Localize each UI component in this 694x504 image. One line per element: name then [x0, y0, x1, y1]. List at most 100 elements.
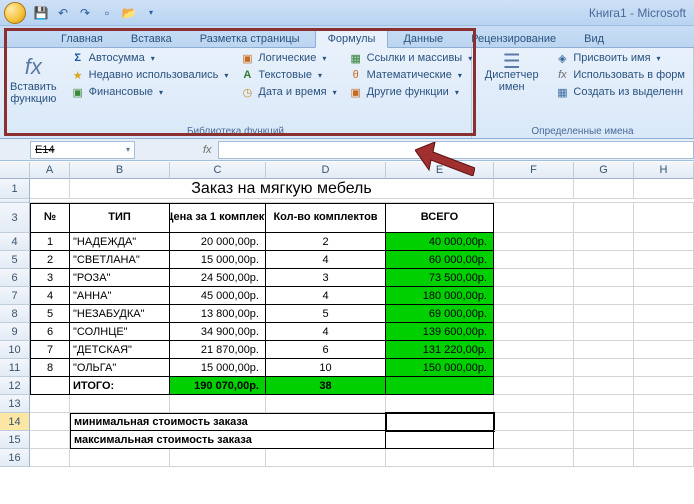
col-header[interactable]: A — [30, 162, 70, 179]
row-header[interactable]: 4 — [0, 233, 30, 251]
recently-used-button[interactable]: ★Недавно использовались▾ — [67, 67, 233, 83]
cell-type[interactable]: "СОЛНЦЕ" — [70, 323, 170, 341]
th-total[interactable]: ВСЕГО — [386, 203, 494, 233]
cell-n[interactable]: 6 — [30, 323, 70, 341]
cell-qty[interactable]: 4 — [266, 251, 386, 269]
cell-total[interactable]: 150 000,00р. — [386, 359, 494, 377]
th-price[interactable]: Цена за 1 комплект — [170, 203, 266, 233]
row-header[interactable]: 8 — [0, 305, 30, 323]
row-header[interactable]: 9 — [0, 323, 30, 341]
row-header[interactable]: 10 — [0, 341, 30, 359]
cell-price[interactable]: 21 870,00р. — [170, 341, 266, 359]
summary-max-value[interactable] — [386, 431, 494, 449]
cell-n[interactable]: 3 — [30, 269, 70, 287]
qat-customize-icon[interactable]: ▾ — [142, 4, 160, 22]
math-button[interactable]: θМатематические▾ — [345, 67, 477, 83]
office-orb[interactable] — [4, 2, 26, 24]
sheet-title[interactable]: Заказ на мягкую мебель — [70, 179, 494, 199]
row-header[interactable]: 14 — [0, 413, 30, 431]
col-header[interactable]: G — [574, 162, 634, 179]
row-header[interactable]: 7 — [0, 287, 30, 305]
tab-view[interactable]: Вид — [571, 29, 617, 47]
col-header[interactable]: C — [170, 162, 266, 179]
th-type[interactable]: ТИП — [70, 203, 170, 233]
cell-qty[interactable]: 4 — [266, 323, 386, 341]
th-n[interactable]: № — [30, 203, 70, 233]
cell-total[interactable]: 40 000,00р. — [386, 233, 494, 251]
cell-qty[interactable]: 2 — [266, 233, 386, 251]
tab-insert[interactable]: Вставка — [118, 29, 185, 47]
financial-button[interactable]: ▣Финансовые▾ — [67, 84, 233, 100]
row-header[interactable]: 6 — [0, 269, 30, 287]
save-icon[interactable]: 💾 — [32, 4, 50, 22]
cell-total[interactable]: 180 000,00р. — [386, 287, 494, 305]
cell-price[interactable]: 15 000,00р. — [170, 251, 266, 269]
summary-min-label[interactable]: минимальная стоимость заказа — [70, 413, 386, 431]
cell-qty[interactable]: 4 — [266, 287, 386, 305]
totals-blank[interactable] — [386, 377, 494, 395]
name-box[interactable]: E14▾ — [30, 141, 135, 159]
worksheet[interactable]: A B C D E F G H 1 Заказ на мягкую мебель… — [0, 162, 694, 504]
tab-data[interactable]: Данные — [390, 29, 456, 47]
cell-n[interactable]: 4 — [30, 287, 70, 305]
cell-price[interactable]: 15 000,00р. — [170, 359, 266, 377]
more-functions-button[interactable]: ▣Другие функции▾ — [345, 84, 477, 100]
datetime-button[interactable]: ◷Дата и время▾ — [236, 84, 340, 100]
undo-icon[interactable]: ↶ — [54, 4, 72, 22]
cell-total[interactable]: 69 000,00р. — [386, 305, 494, 323]
row-header[interactable]: 11 — [0, 359, 30, 377]
row-header[interactable]: 3 — [0, 203, 30, 233]
fx-label-icon[interactable]: fx — [197, 144, 218, 156]
col-header[interactable]: E — [386, 162, 494, 179]
cell-n[interactable]: 5 — [30, 305, 70, 323]
lookup-button[interactable]: ▦Ссылки и массивы▾ — [345, 50, 477, 66]
cell-n[interactable]: 7 — [30, 341, 70, 359]
cell-price[interactable]: 45 000,00р. — [170, 287, 266, 305]
cell-total[interactable]: 60 000,00р. — [386, 251, 494, 269]
cell[interactable] — [30, 179, 70, 199]
cell-type[interactable]: "ОЛЬГА" — [70, 359, 170, 377]
cell-n[interactable]: 2 — [30, 251, 70, 269]
summary-min-value[interactable] — [386, 413, 494, 431]
cell-qty[interactable]: 6 — [266, 341, 386, 359]
cell-price[interactable]: 34 900,00р. — [170, 323, 266, 341]
cell-type[interactable]: "РОЗА" — [70, 269, 170, 287]
cell-type[interactable]: "НАДЕЖДА" — [70, 233, 170, 251]
col-header[interactable]: F — [494, 162, 574, 179]
insert-function-button[interactable]: fx Вставить функцию — [4, 50, 63, 118]
totals-price[interactable]: 190 070,00р. — [170, 377, 266, 395]
open-icon[interactable]: 📂 — [120, 4, 138, 22]
cell-price[interactable]: 13 800,00р. — [170, 305, 266, 323]
cell-qty[interactable]: 10 — [266, 359, 386, 377]
use-in-formula-button[interactable]: fxИспользовать в форм — [551, 67, 689, 83]
cell-total[interactable]: 73 500,00р. — [386, 269, 494, 287]
row-header[interactable]: 16 — [0, 449, 30, 467]
cell-n[interactable]: 8 — [30, 359, 70, 377]
row-header[interactable]: 13 — [0, 395, 30, 413]
cell-type[interactable]: "АННА" — [70, 287, 170, 305]
cell-qty[interactable]: 5 — [266, 305, 386, 323]
formula-bar[interactable] — [218, 141, 694, 159]
text-button[interactable]: AТекстовые▾ — [236, 67, 340, 83]
tab-formulas[interactable]: Формулы — [315, 29, 389, 48]
autosum-button[interactable]: ΣАвтосумма▾ — [67, 50, 233, 66]
name-manager-button[interactable]: ☰ Диспетчер имен — [476, 50, 547, 118]
row-header[interactable]: 15 — [0, 431, 30, 449]
select-all-corner[interactable] — [0, 162, 30, 179]
logical-button[interactable]: ▣Логические▾ — [236, 50, 340, 66]
cell-total[interactable]: 131 220,00р. — [386, 341, 494, 359]
row-header[interactable]: 1 — [0, 179, 30, 199]
cell-total[interactable]: 139 600,00р. — [386, 323, 494, 341]
totals-qty[interactable]: 38 — [266, 377, 386, 395]
tab-page-layout[interactable]: Разметка страницы — [187, 29, 313, 47]
tab-home[interactable]: Главная — [48, 29, 116, 47]
tab-review[interactable]: Рецензирование — [458, 29, 569, 47]
summary-max-label[interactable]: максимальная стоимость заказа — [70, 431, 386, 449]
define-name-button[interactable]: ◈Присвоить имя▾ — [551, 50, 689, 66]
col-header[interactable]: D — [266, 162, 386, 179]
cell-type[interactable]: "СВЕТЛАНА" — [70, 251, 170, 269]
cell-price[interactable]: 24 500,00р. — [170, 269, 266, 287]
new-icon[interactable]: ▫ — [98, 4, 116, 22]
row-header[interactable]: 5 — [0, 251, 30, 269]
cell[interactable] — [30, 377, 70, 395]
